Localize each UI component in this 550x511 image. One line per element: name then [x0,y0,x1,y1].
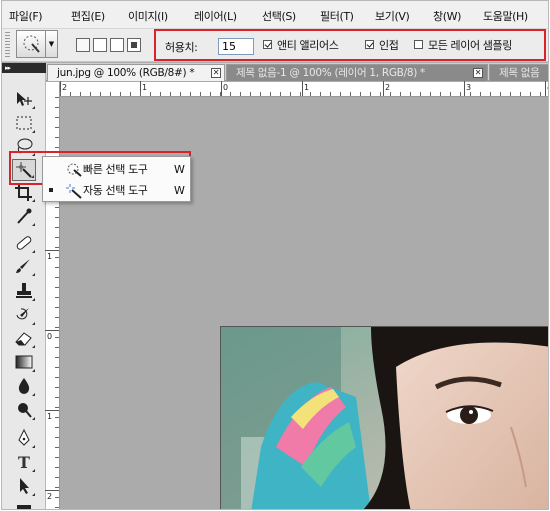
current-tool-bullet [49,188,53,192]
tab-label: 제목 없음-1 @ 100% (레이어 1, RGB/8) * [236,67,425,79]
menu-bar: 파일(F) 편집(E) 이미지(I) 레이어(L) 선택(S) 필터(T) 보기… [2,1,548,29]
contiguous-checkbox[interactable]: 인접 [365,36,409,54]
dodge-tool-icon[interactable] [12,400,36,422]
menu-layer[interactable]: 레이어(L) [194,8,237,24]
close-icon[interactable]: ✕ [211,68,221,78]
document-image[interactable] [220,326,548,509]
brush-tool-icon[interactable] [12,256,36,278]
subtract-selection-mode-icon[interactable] [110,38,124,52]
clone-stamp-tool-icon[interactable] [12,281,36,303]
marquee-tool-icon[interactable] [12,113,36,135]
ruler-label: 0 [223,83,229,92]
ruler-label: 1 [142,83,148,92]
menu-window[interactable]: 창(W) [433,8,461,24]
ruler-label: 2 [385,83,391,92]
quick-selection-icon [65,161,83,178]
tab-label: 제목 없음 [499,67,540,79]
tab-untitled-1[interactable]: 제목 없음-1 @ 100% (레이어 1, RGB/8) * ✕ [226,64,488,81]
flyout-item-quick-selection[interactable]: 빠른 선택 도구 W [43,159,190,180]
tab-untitled-2[interactable]: 제목 없음 [489,64,548,81]
tools-panel-header[interactable]: ▸▸ [2,63,46,73]
ruler-label: 1 [47,412,53,421]
menu-help[interactable]: 도움말(H) [483,8,528,24]
add-selection-mode-icon[interactable] [93,38,107,52]
sample-all-label: 모든 레이어 샘플링 [428,39,512,52]
ruler-label: 1 [47,252,53,261]
eraser-tool-icon[interactable] [12,328,36,350]
shape-tool-icon[interactable] [12,500,36,509]
ruler-label: 3 [466,83,472,92]
menu-image[interactable]: 이미지(I) [128,8,168,24]
tab-jun-jpg[interactable]: jun.jpg @ 100% (RGB/8#) * ✕ [47,64,225,81]
antialias-check-icon [263,40,272,49]
intersect-selection-mode-icon[interactable] [127,38,141,52]
ruler-label: 2 [47,492,53,501]
document-tab-bar: jun.jpg @ 100% (RGB/8#) * ✕ 제목 없음-1 @ 10… [46,63,548,81]
ruler-label: 2 [62,83,68,92]
options-grip[interactable] [5,32,10,58]
blur-tool-icon[interactable] [12,376,36,398]
flyout-item-label: 자동 선택 도구 [83,184,148,197]
flyout-item-label: 빠른 선택 도구 [83,163,148,176]
contiguous-label: 인접 [379,39,399,52]
pen-tool-icon[interactable] [12,428,36,450]
contiguous-check-icon [365,40,374,49]
path-selection-tool-icon[interactable] [12,476,36,498]
antialias-label: 앤티 앨리어스 [277,39,339,52]
tool-preset-dropdown-icon[interactable]: ▼ [46,30,58,58]
options-bar: ▼ 허용치: 앤티 앨리어스 인접 모든 레이어 샘플링 [2,29,548,62]
tolerance-label: 허용치: [165,41,198,54]
ruler-label: 1 [304,83,310,92]
options-highlight-box: 허용치: 앤티 앨리어스 인접 모든 레이어 샘플링 [154,29,546,61]
close-icon[interactable]: ✕ [473,68,483,78]
sample-all-check-icon [414,40,423,49]
menu-filter[interactable]: 필터(T) [320,8,354,24]
vertical-ruler[interactable]: 1 0 1 2 [45,82,60,509]
eyedropper-tool-icon[interactable] [12,206,36,228]
horizontal-ruler[interactable]: 2 1 0 1 2 3 4 [60,81,548,97]
type-tool-icon[interactable]: T [12,452,36,474]
move-tool-icon[interactable] [12,89,36,111]
ruler-label: 0 [47,332,53,341]
history-brush-tool-icon[interactable] [12,305,36,327]
menu-select[interactable]: 선택(S) [262,8,296,24]
flyout-item-magic-wand[interactable]: 자동 선택 도구 W [43,180,190,201]
flyout-shortcut: W [174,184,185,197]
menu-file[interactable]: 파일(F) [9,8,43,24]
new-selection-mode-icon[interactable] [76,38,90,52]
healing-brush-tool-icon[interactable] [12,233,36,255]
quick-selection-icon [23,35,40,53]
sample-all-layers-checkbox[interactable]: 모든 레이어 샘플링 [414,36,540,54]
tolerance-input[interactable] [218,38,254,55]
menu-edit[interactable]: 편집(E) [71,8,105,24]
menu-view[interactable]: 보기(V) [375,8,410,24]
photoshop-window: 파일(F) 편집(E) 이미지(I) 레이어(L) 선택(S) 필터(T) 보기… [1,0,549,510]
flyout-shortcut: W [174,163,185,176]
crop-tool-icon[interactable] [12,182,36,204]
tools-panel: ▸▸ T [2,63,46,509]
magic-wand-icon [65,182,83,199]
gradient-tool-icon[interactable] [12,352,36,374]
selection-tool-flyout: 빠른 선택 도구 W 자동 선택 도구 W [42,156,191,202]
tool-preset-button[interactable] [16,30,46,58]
ruler-label: 4 [547,83,548,92]
antialias-checkbox[interactable]: 앤티 앨리어스 [263,36,363,54]
tab-label: jun.jpg @ 100% (RGB/8#) * [57,67,195,79]
